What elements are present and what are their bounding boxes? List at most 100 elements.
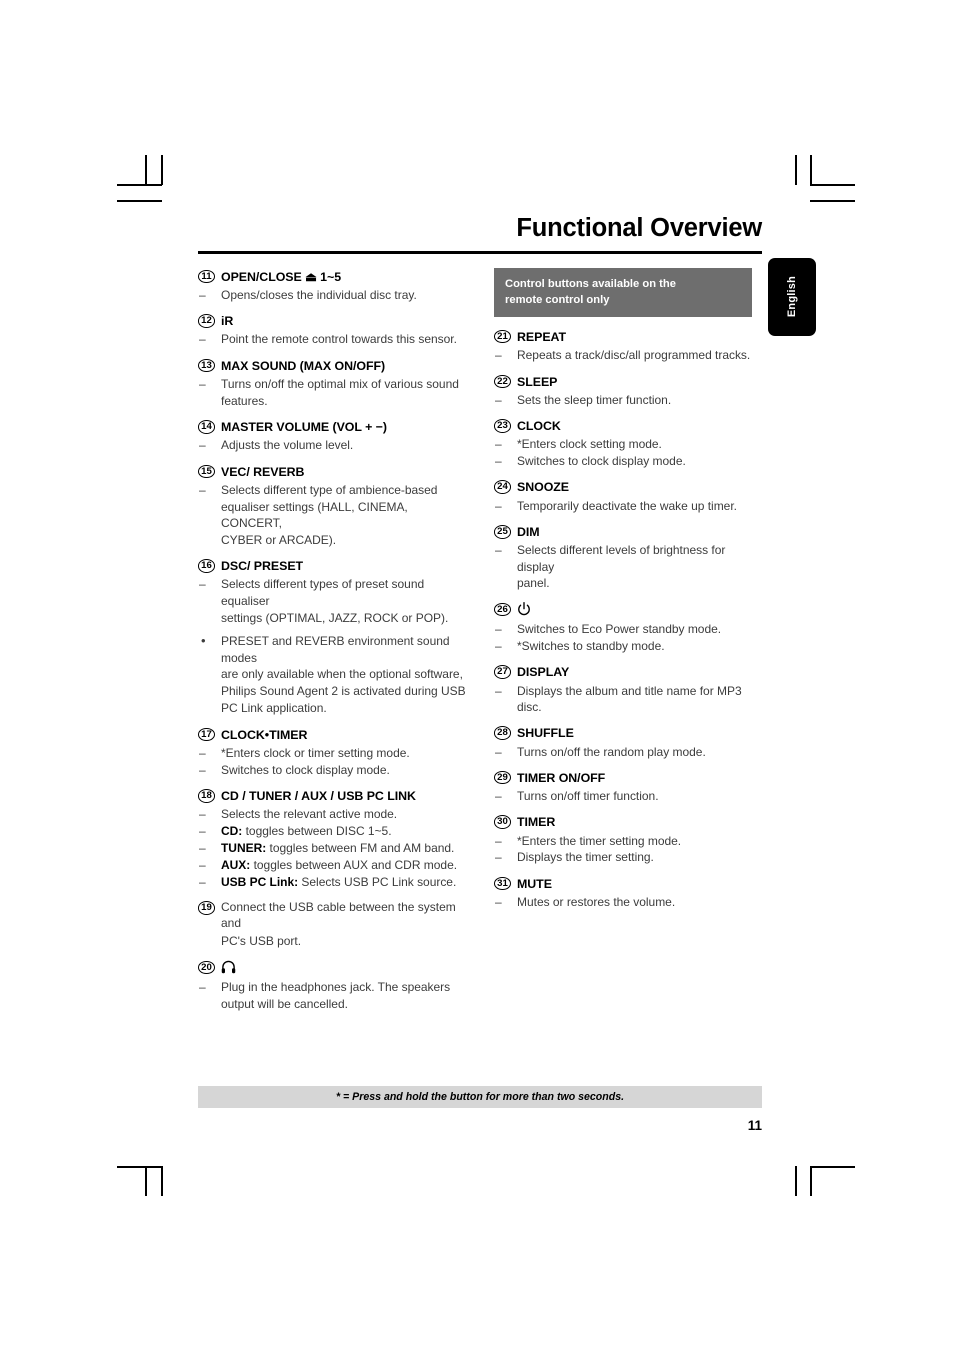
entry-detail-text: CYBER or ARCADE).: [221, 532, 337, 547]
entry-detail-text: PRESET and REVERB environment sound mode…: [221, 634, 450, 665]
entry-number-badge: 19: [198, 901, 215, 915]
entry-detail-lead: TUNER:: [221, 841, 267, 856]
entry-detail-text: *Enters clock setting mode.: [517, 437, 662, 452]
entry-title: CLOCK•TIMER: [221, 727, 308, 742]
crop-mark-top-left-v1: [145, 155, 147, 185]
dash-marker: –: [199, 980, 206, 995]
entry-number-badge: 17: [198, 727, 215, 742]
crop-mark-bottom-left-v2: [161, 1166, 163, 1196]
footnote-text: * = Press and hold the button for more t…: [335, 1091, 625, 1103]
entry-title: DSC/ PRESET: [221, 559, 304, 574]
entry-detail-text: output will be cancelled.: [221, 997, 348, 1012]
entry-heading: 21 REPEAT: [494, 328, 762, 345]
entry-title: CLOCK: [517, 419, 561, 434]
function-entry: 25 DIM – Selects different levels of bright…: [494, 524, 762, 592]
entry-detail-rest: toggles between AUX and CDR mode.: [250, 857, 458, 872]
entry-detail-text: Switches to Eco Power standby mode.: [517, 622, 722, 637]
entry-title: iR: [221, 314, 234, 329]
dash-marker: –: [495, 392, 502, 407]
entry-number-badge: 12: [198, 314, 215, 328]
power-standby-icon: [517, 601, 531, 619]
entry-detail-line: – Plug in the headphones jack. The speake…: [198, 979, 466, 995]
dash-marker: –: [495, 744, 502, 759]
entry-heading: 11 OPEN/CLOSE ⏏ 1~5: [198, 268, 466, 285]
entry-title: MAX SOUND (MAX ON/OFF): [221, 358, 386, 373]
entry-detail-rest: toggles between FM and AM band.: [266, 841, 455, 856]
entry-detail-line: – Switches to Eco Power standby mode.: [494, 621, 762, 637]
crop-mark-top-right-v2: [810, 155, 812, 185]
dash-marker: –: [199, 745, 206, 760]
entry-number-badge: 18: [198, 789, 215, 803]
dash-marker: –: [495, 454, 502, 469]
entry-detail-text: PC Link application.: [221, 701, 327, 716]
entry-number-badge: 13: [198, 358, 215, 373]
entry-detail-text: Opens/closes the individual disc tray.: [221, 287, 417, 302]
entry-detail-text: Switches to clock display mode.: [517, 454, 686, 469]
entry-title: OPEN/CLOSE ⏏ 1~5: [221, 269, 342, 284]
entry-number-badge: 30: [494, 815, 511, 829]
function-entry: 20 – Plug in the headphones jack. The spea…: [198, 959, 466, 1012]
page-title: Functional Overview: [516, 214, 762, 242]
entry-number-badge: 27: [494, 665, 511, 679]
function-entry: 14 MASTER VOLUME (VOL + −) – Adjusts the vo…: [198, 419, 466, 454]
entry-detail-line: settings (OPTIMAL, JAZZ, ROCK or POP).: [198, 610, 466, 626]
entry-detail-text: Selects different levels of brightness f…: [517, 543, 726, 574]
dash-marker: –: [199, 874, 206, 889]
entry-detail-text: Displays the timer setting.: [517, 850, 654, 865]
dash-marker: –: [199, 438, 206, 453]
dash-marker: –: [495, 789, 502, 804]
dash-marker: –: [495, 437, 502, 452]
crop-mark-bottom-right-v2: [810, 1166, 812, 1196]
function-entry: 26– Switches to Eco Power standby mode. – *…: [494, 601, 762, 654]
power-standby-icon: [518, 601, 530, 616]
entry-heading: 28 SHUFFLE: [494, 725, 762, 742]
entry-detail-text: *Switches to standby mode.: [517, 639, 665, 654]
entry-heading: 15 VEC/ REVERB: [198, 463, 466, 480]
entry-detail-text: Selects different type of ambience-based: [221, 482, 438, 497]
entry-title: SLEEP: [517, 374, 558, 389]
entry-detail-text: Switches to clock display mode.: [221, 762, 390, 777]
entry-title: TIMER ON/OFF: [517, 770, 606, 785]
entry-number-badge: 31: [494, 876, 511, 891]
dash-marker: –: [495, 683, 502, 698]
function-entry: 13 MAX SOUND (MAX ON/OFF) – Turns on/off th…: [198, 357, 466, 409]
entry-detail-text: CD: toggles between DISC 1~5.: [221, 823, 392, 839]
crop-mark-bottom-right-h1: [810, 1166, 855, 1168]
headphones-icon: [221, 959, 236, 977]
crop-mark-top-left-h2: [117, 200, 162, 202]
entry-detail-text: Selects the relevant active mode.: [221, 807, 398, 822]
entry-title: CD / TUNER / AUX / USB PC LINK: [221, 789, 416, 804]
entry-heading: 25 DIM: [494, 524, 762, 541]
entry-detail-line: – Opens/closes the individual disc tray.: [198, 287, 466, 303]
entry-title: REPEAT: [517, 329, 567, 344]
entry-detail-line: – Selects different types of preset sound…: [198, 576, 466, 609]
entry-detail-text: AUX: toggles between AUX and CDR mode.: [221, 857, 457, 873]
entry-detail-rest: Selects USB PC Link source.: [298, 874, 457, 889]
function-entry: 31 MUTE – Mutes or restores the volume.: [494, 875, 762, 910]
dash-marker: –: [495, 543, 502, 558]
entry-title: MUTE: [517, 876, 552, 891]
entry-detail-line: – Switches to clock display mode.: [494, 453, 762, 469]
function-entry: 28 SHUFFLE – Turns on/off the random play m…: [494, 725, 762, 760]
crop-mark-bottom-right-v1: [795, 1166, 797, 1196]
entry-detail-text: Displays the album and title name for MP…: [517, 683, 742, 714]
entry-detail-line: – Adjusts the volume level.: [198, 437, 466, 453]
title-divider: [198, 251, 762, 255]
crop-mark-bottom-left-v1: [145, 1166, 147, 1196]
entry-detail-text: settings (OPTIMAL, JAZZ, ROCK or POP).: [221, 610, 449, 625]
entry-detail-text: Repeats a track/disc/all programmed trac…: [517, 348, 751, 363]
entry-title: SHUFFLE: [517, 726, 574, 741]
callout-line-2: remote control only: [505, 294, 610, 307]
entry-detail-line: – Displays the timer setting.: [494, 849, 762, 865]
entry-heading: 12 iR: [198, 313, 466, 330]
page-title-row: Functional Overview: [198, 214, 762, 242]
dash-marker: –: [495, 498, 502, 513]
entry-heading: 29 TIMER ON/OFF: [494, 769, 762, 786]
entry-detail-line: – Point the remote control towards this s…: [198, 331, 466, 347]
crop-mark-top-right-h1: [810, 184, 855, 186]
crop-mark-top-right-v1: [795, 155, 797, 185]
entry-detail-line: – Turns on/off the random play mode.: [494, 744, 762, 760]
entry-detail-line: – Repeats a track/disc/all programmed tra…: [494, 347, 762, 363]
entry-detail-text: features.: [221, 393, 268, 408]
dash-marker: –: [199, 824, 206, 839]
